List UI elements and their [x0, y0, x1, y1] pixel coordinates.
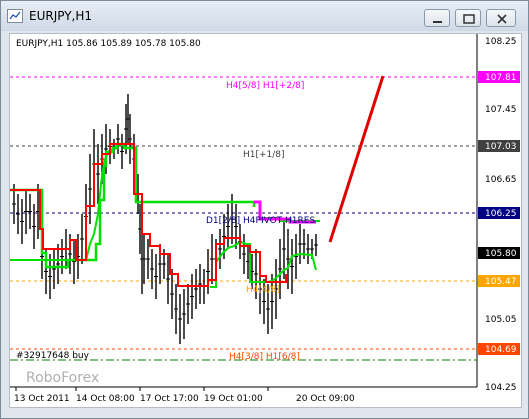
symbol-info: EURJPY,H1 105.86 105.89 105.78 105.80 — [16, 39, 201, 49]
close-button[interactable] — [486, 9, 516, 27]
title-bar[interactable]: EURJPY,H1 — [1, 1, 528, 31]
price-label: 108.25 — [485, 37, 517, 47]
price-label: 107.45 — [485, 105, 517, 115]
chart-window: EURJPY,H1 EURJPY,H1 105.86 105.89 105.78… — [0, 0, 529, 419]
minimize-button[interactable] — [424, 9, 450, 27]
label-pivot: D1[2/8] H4PIVOT H1RES — [206, 216, 315, 226]
time-label: 20 Oct 09:00 — [296, 394, 355, 404]
price-axis: 108.25 107.81 107.45 107.03 106.65 106.2… — [478, 37, 520, 393]
green-indicator-line-2 — [10, 142, 136, 261]
time-axis: 13 Oct 2011 14 Oct 08:00 17 Oct 17:00 19… — [14, 387, 355, 404]
price-label: 105.05 — [485, 315, 517, 325]
time-label: 19 Oct 01:00 — [204, 394, 263, 404]
current-price-label: 105.80 — [485, 249, 517, 259]
chart-icon — [7, 9, 23, 23]
label-h1-18: H1[+1/8] — [243, 150, 285, 160]
price-label: 106.25 — [485, 209, 517, 219]
watermark: RoboForex — [26, 370, 99, 386]
label-h4-48: H4[4/8] — [246, 285, 280, 295]
price-label: 105.47 — [485, 277, 517, 287]
restore-icon — [463, 14, 475, 24]
label-h4-58: H4[5/8] H1[+2/8] — [226, 81, 304, 91]
restore-button[interactable] — [455, 9, 481, 27]
price-label: 104.25 — [485, 383, 517, 393]
order-label: #32917648 buy — [16, 351, 90, 361]
time-label: 13 Oct 2011 — [14, 394, 70, 404]
minimize-icon — [433, 21, 442, 23]
price-label: 107.03 — [485, 142, 517, 152]
price-label: 107.81 — [485, 73, 517, 83]
time-label: 14 Oct 08:00 — [76, 394, 135, 404]
forecast-line — [328, 75, 385, 243]
price-label: 106.65 — [485, 175, 517, 185]
price-label: 104.69 — [485, 345, 517, 355]
label-h4-38: H4[3/8] H1[6/8] — [229, 352, 300, 362]
time-label: 17 Oct 17:00 — [140, 394, 199, 404]
close-icon — [497, 14, 507, 24]
chart-area[interactable]: EURJPY,H1 105.86 105.89 105.78 105.80 H4… — [9, 33, 522, 408]
window-title: EURJPY,H1 — [29, 9, 93, 23]
